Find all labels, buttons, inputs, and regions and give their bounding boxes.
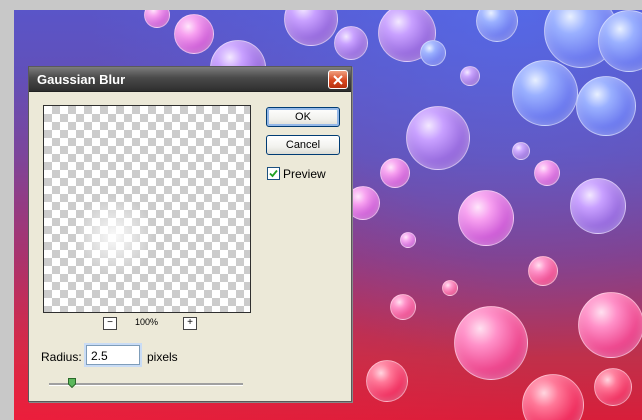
bubble	[476, 10, 518, 42]
radius-slider[interactable]	[49, 383, 243, 386]
check-icon	[269, 169, 278, 178]
bubble	[174, 14, 214, 54]
preview-label: Preview	[283, 167, 326, 181]
bubble	[400, 232, 416, 248]
gaussian-blur-dialog: Gaussian Blur − 100% + OK Cancel Preview…	[28, 66, 352, 402]
close-button[interactable]	[328, 70, 348, 89]
bubble	[380, 158, 410, 188]
bubble	[460, 66, 480, 86]
slider-thumb-icon[interactable]	[68, 378, 77, 388]
bubble	[570, 178, 626, 234]
dialog-title: Gaussian Blur	[37, 72, 126, 87]
bubble	[334, 26, 368, 60]
radius-units: pixels	[147, 350, 178, 364]
bubble	[366, 360, 408, 402]
close-icon	[333, 74, 343, 85]
bubble	[442, 280, 458, 296]
ok-button[interactable]: OK	[266, 107, 340, 127]
bubble	[406, 106, 470, 170]
cancel-button[interactable]: Cancel	[266, 135, 340, 155]
radius-input[interactable]: 2.5	[86, 345, 140, 365]
radius-label: Radius:	[41, 350, 82, 364]
bubble	[522, 374, 584, 420]
bubble	[534, 160, 560, 186]
preview-checkbox[interactable]	[267, 167, 280, 180]
dialog-titlebar[interactable]: Gaussian Blur	[29, 67, 351, 92]
bubble	[512, 142, 530, 160]
bubble	[420, 40, 446, 66]
bubble	[512, 60, 578, 126]
bubble	[458, 190, 514, 246]
zoom-level: 100%	[135, 317, 159, 327]
zoom-in-button[interactable]: +	[183, 317, 197, 330]
zoom-controls: − 100% +	[43, 317, 251, 331]
bubble	[528, 256, 558, 286]
bubble	[594, 368, 632, 406]
blur-preview[interactable]	[43, 105, 251, 313]
bubble	[284, 10, 338, 46]
bubble	[144, 10, 170, 28]
bubble	[578, 292, 642, 358]
bubble	[390, 294, 416, 320]
bubble	[576, 76, 636, 136]
bubble	[454, 306, 528, 380]
zoom-out-button[interactable]: −	[103, 317, 117, 330]
